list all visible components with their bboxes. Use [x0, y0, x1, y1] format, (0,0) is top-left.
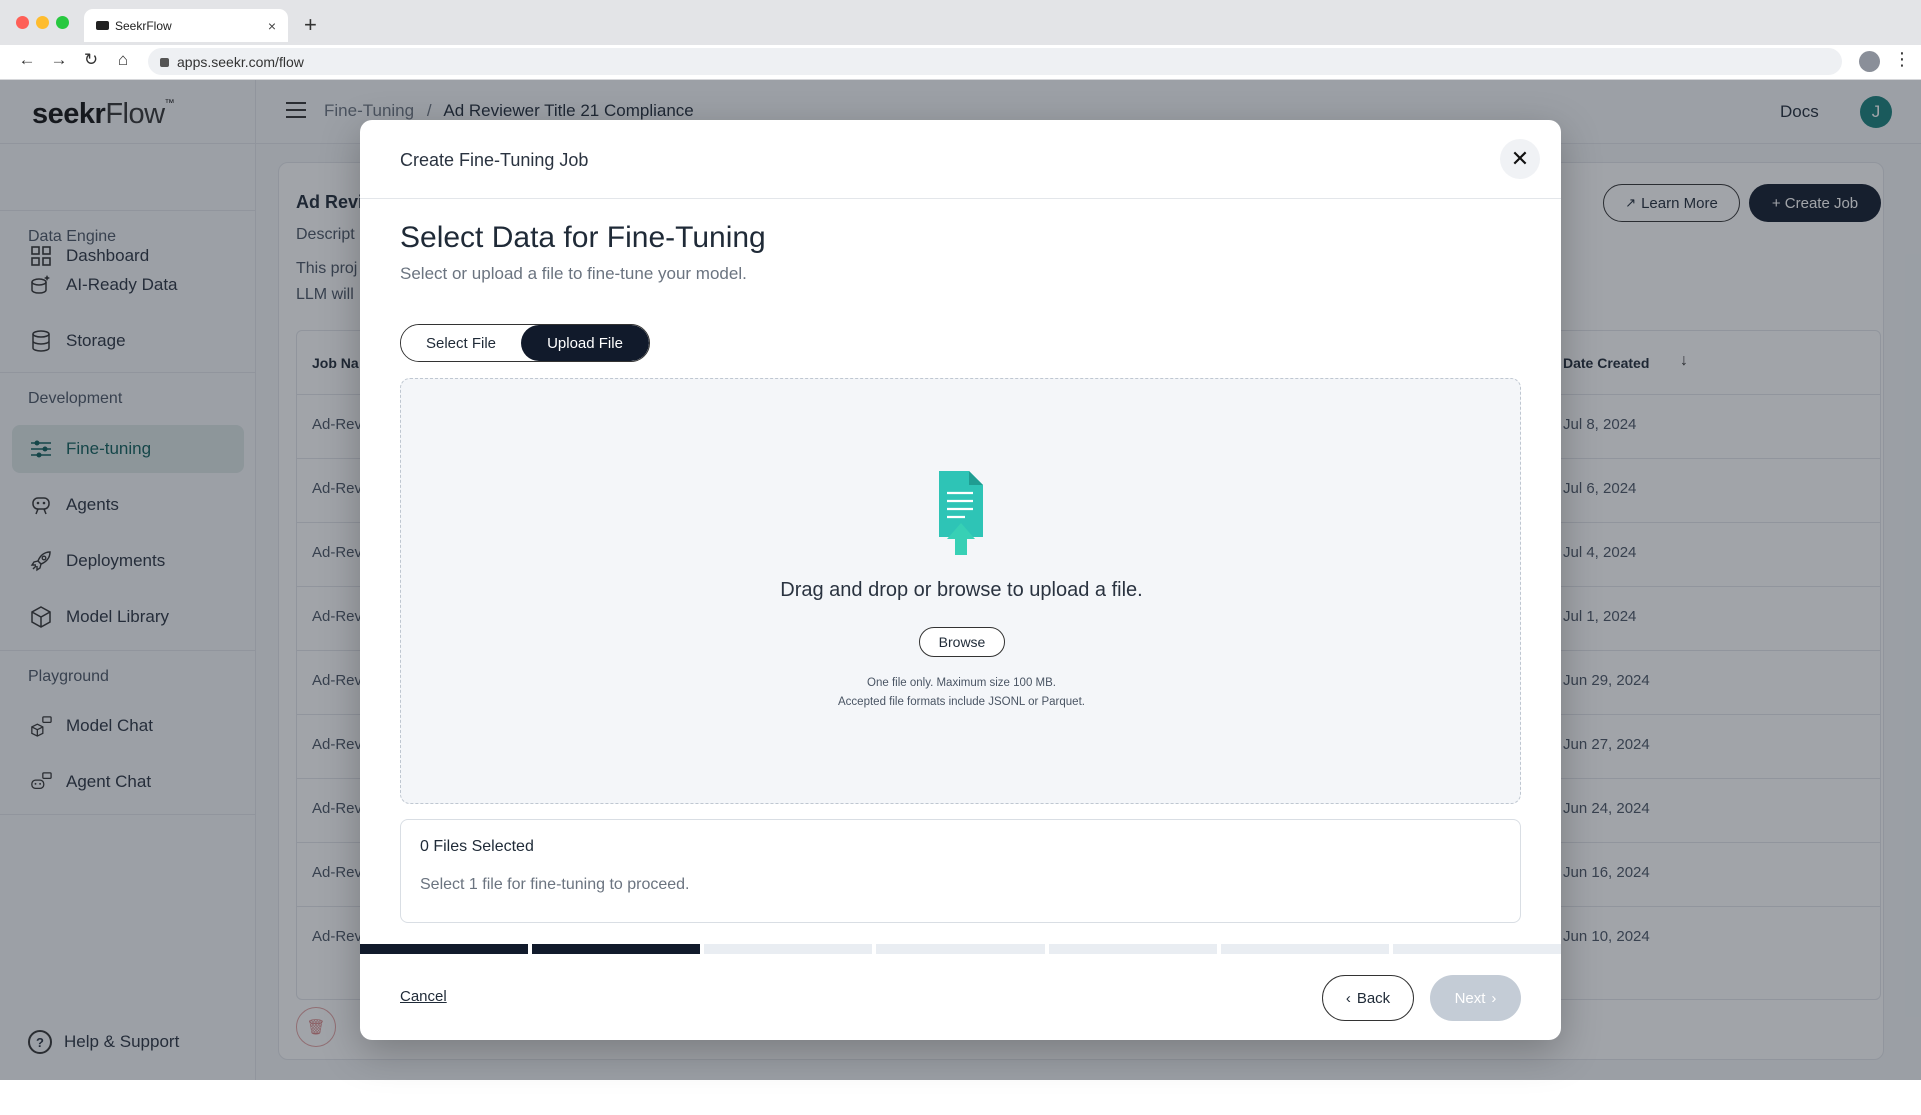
home-icon[interactable]: ⌂	[112, 50, 134, 70]
progress-step	[876, 944, 1045, 954]
new-tab-button[interactable]: +	[304, 12, 317, 38]
chevron-right-icon: ›	[1491, 989, 1497, 1007]
close-icon: ✕	[1510, 146, 1530, 171]
maximize-window-button[interactable]	[56, 16, 69, 29]
tab-select-file[interactable]: Select File	[401, 325, 521, 361]
chevron-left-icon: ‹	[1345, 989, 1351, 1007]
tab-close-icon[interactable]: ×	[268, 18, 276, 34]
back-arrow-icon[interactable]: ←	[16, 50, 38, 70]
cancel-link[interactable]: Cancel	[400, 988, 447, 1005]
step-progress-bar	[360, 944, 1561, 954]
step-heading: Select Data for Fine-Tuning	[400, 221, 766, 254]
progress-step	[360, 944, 529, 954]
progress-step	[1220, 944, 1389, 954]
files-selected-count: 0 Files Selected	[420, 838, 534, 855]
step-subheading: Select or upload a file to fine-tune you…	[400, 264, 747, 283]
file-drop-zone[interactable]: Drag and drop or browse to upload a file…	[400, 378, 1521, 804]
tab-title: SeekrFlow	[115, 18, 172, 33]
file-source-toggle: Select File Upload File	[400, 324, 650, 362]
browser-tab[interactable]: SeekrFlow ×	[84, 9, 288, 42]
profile-icon[interactable]	[1859, 51, 1880, 72]
address-bar[interactable]: apps.seekr.com/flow	[148, 48, 1842, 75]
url-text: apps.seekr.com/flow	[177, 53, 304, 70]
browser-menu-icon[interactable]: ⋮	[1893, 49, 1911, 70]
reload-icon[interactable]: ↻	[80, 50, 102, 70]
progress-step	[1048, 944, 1217, 954]
progress-step	[532, 944, 701, 954]
accepted-formats-note: Accepted file formats include JSONL or P…	[838, 696, 1085, 708]
file-upload-icon	[937, 471, 985, 560]
progress-step	[704, 944, 873, 954]
files-selected-message: Select 1 file for fine-tuning to proceed…	[420, 876, 690, 893]
seekr-favicon-icon	[96, 21, 109, 30]
minimize-window-button[interactable]	[36, 16, 49, 29]
back-button[interactable]: ‹ Back	[1322, 975, 1414, 1021]
browse-button[interactable]: Browse	[919, 627, 1005, 657]
tab-upload-file[interactable]: Upload File	[521, 325, 649, 361]
close-modal-button[interactable]: ✕	[1500, 139, 1540, 179]
forward-arrow-icon[interactable]: →	[48, 50, 70, 70]
drop-instructions: Drag and drop or browse to upload a file…	[780, 579, 1143, 601]
create-fine-tuning-job-modal: Create Fine-Tuning Job ✕ Select Data for…	[360, 120, 1561, 1040]
modal-header: Create Fine-Tuning Job ✕	[360, 120, 1561, 199]
progress-step	[1392, 944, 1561, 954]
modal-title: Create Fine-Tuning Job	[400, 150, 589, 170]
next-button[interactable]: Next ›	[1430, 975, 1521, 1021]
upload-limit-note: One file only. Maximum size 100 MB.	[867, 677, 1056, 689]
files-selected-panel: 0 Files Selected Select 1 file for fine-…	[400, 819, 1521, 923]
lock-icon	[160, 58, 169, 67]
close-window-button[interactable]	[16, 16, 29, 29]
